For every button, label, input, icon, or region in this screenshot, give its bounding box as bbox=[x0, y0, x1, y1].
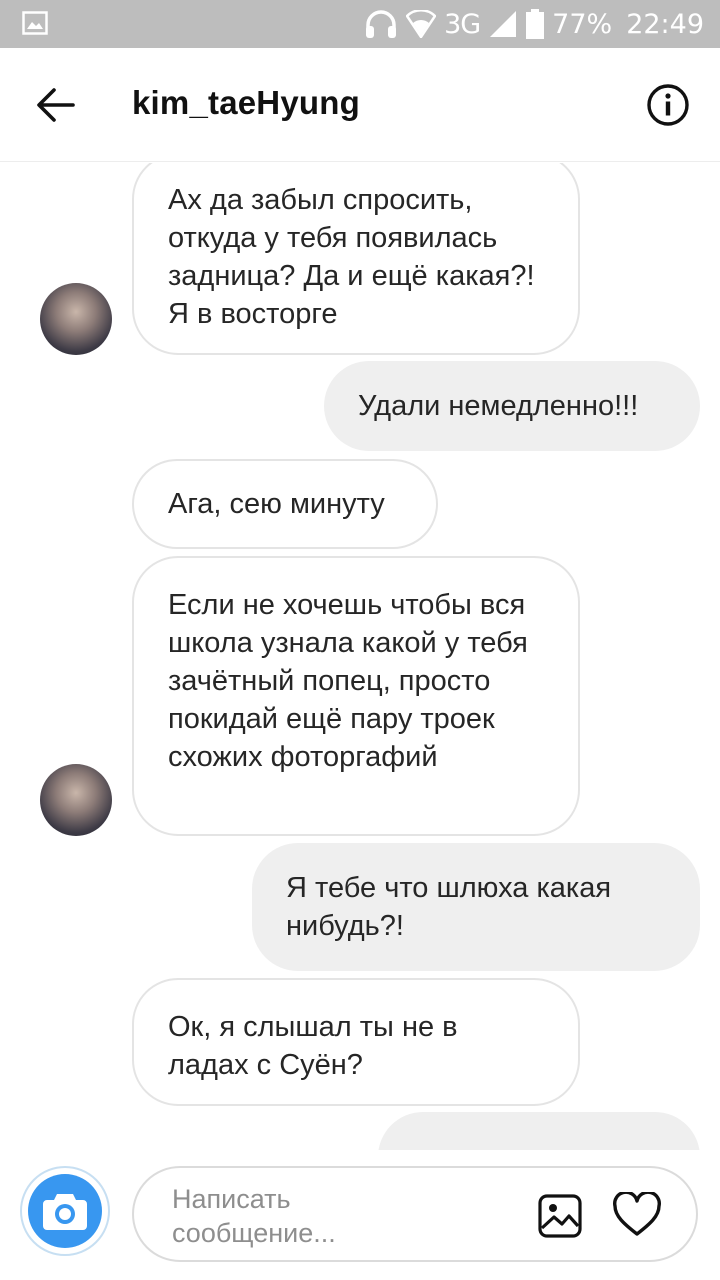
arrow-left-icon[interactable] bbox=[34, 84, 76, 126]
gallery-icon[interactable] bbox=[538, 1194, 582, 1238]
camera-icon bbox=[43, 1194, 87, 1230]
sender-avatar[interactable] bbox=[40, 764, 112, 836]
conversation-header: kim_taeHyung bbox=[0, 48, 720, 162]
sender-avatar[interactable] bbox=[40, 283, 112, 355]
message-composer: Написать сообщение... bbox=[0, 1150, 720, 1280]
message-outgoing[interactable]: Удали немедленно!!! bbox=[324, 361, 700, 451]
image-notification-icon bbox=[22, 11, 48, 35]
message-input[interactable]: Написать сообщение... bbox=[132, 1166, 698, 1262]
message-incoming[interactable]: Ок, я слышал ты не в ладах с Суён? bbox=[132, 978, 580, 1106]
message-text: Если не хочешь чтобы вся школа узнала ка… bbox=[168, 589, 528, 773]
wifi-icon bbox=[406, 10, 437, 38]
status-bar: 3G 77% 22:49 bbox=[0, 0, 720, 48]
message-incoming[interactable]: Если не хочешь чтобы вся школа узнала ка… bbox=[132, 556, 580, 836]
message-outgoing-partial[interactable] bbox=[378, 1112, 700, 1150]
camera-button[interactable] bbox=[20, 1166, 110, 1256]
message-text: Ах да забыл спросить, откуда у тебя появ… bbox=[168, 184, 535, 330]
message-outgoing[interactable]: Я тебе что шлюха какая нибудь?! bbox=[252, 843, 700, 971]
message-thread[interactable]: Ах да забыл спросить, откуда у тебя появ… bbox=[0, 163, 720, 1150]
info-circle-icon[interactable] bbox=[646, 83, 690, 127]
heart-icon[interactable] bbox=[612, 1192, 662, 1238]
network-type: 3G bbox=[444, 8, 481, 40]
message-input-placeholder: Написать сообщение... bbox=[172, 1184, 336, 1248]
message-text: Удали немедленно!!! bbox=[358, 390, 639, 422]
message-text: Ок, я слышал ты не в ладах с Суён? bbox=[168, 1011, 458, 1081]
signal-icon bbox=[490, 11, 517, 37]
battery-icon bbox=[526, 9, 545, 39]
headphones-icon bbox=[366, 10, 397, 38]
message-text: Я тебе что шлюха какая нибудь?! bbox=[286, 872, 612, 942]
camera-button-fill bbox=[28, 1174, 102, 1248]
message-incoming[interactable]: Ах да забыл спросить, откуда у тебя появ… bbox=[132, 163, 580, 355]
battery-level: 77% bbox=[552, 8, 613, 40]
conversation-title[interactable]: kim_taeHyung bbox=[132, 84, 360, 122]
clock: 22:49 bbox=[626, 8, 704, 40]
message-incoming[interactable]: Ага, сею минуту bbox=[132, 459, 438, 549]
message-text: Ага, сею минуту bbox=[168, 488, 385, 520]
